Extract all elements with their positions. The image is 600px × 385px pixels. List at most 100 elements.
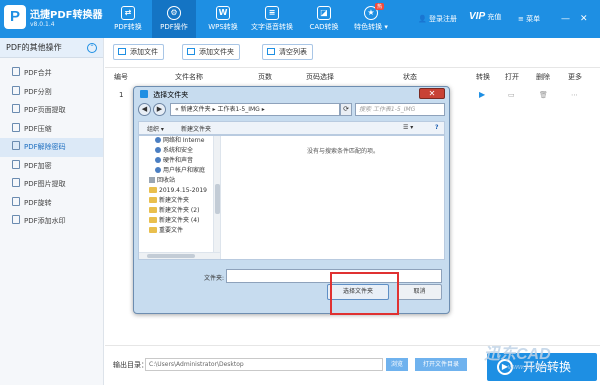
tab-special-convert[interactable]: ★ 热 特色转换 ▾ [348, 0, 394, 38]
audio-icon: ≡ [265, 6, 279, 20]
user-icon: 👤 [418, 15, 427, 23]
forward-button[interactable]: ▶ [153, 103, 166, 116]
tab-label: WPS转换 [208, 23, 238, 31]
sidebar-item-label: PDF分割 [24, 87, 52, 96]
pdf-operate-icon: ⚙ [167, 6, 181, 20]
sidebar-item-compress[interactable]: PDF压缩 [0, 120, 103, 139]
address-bar[interactable]: « 新建文件夹 ▸ 工作表1-5_IMG ▸ [170, 103, 340, 116]
trash-icon[interactable]: 🗑 [539, 91, 548, 99]
dialog-cancel-button[interactable]: 取消 [397, 284, 442, 300]
dialog-body: 网络和 Interne 系统和安全 硬件和声音 用户帐户和家庭 回收站 2019… [138, 135, 445, 260]
sidebar-item-remove-password[interactable]: PDF解除密码 [0, 138, 103, 157]
new-folder-button[interactable]: 新建文件夹 [181, 124, 211, 133]
dialog-close-button[interactable]: ✕ [419, 88, 445, 99]
tree-item[interactable]: 新建文件夹 (4) [139, 216, 220, 226]
tree-item[interactable]: 网络和 Interne [139, 136, 220, 146]
dialog-search-input[interactable]: 搜索 工作表1-5_IMG [355, 103, 445, 116]
dialog-nav-row: ◀ ▶ « 新建文件夹 ▸ 工作表1-5_IMG ▸ ⟳ 搜索 工作表1-5_I… [138, 101, 445, 118]
tree-item[interactable]: 2019.4.15-2019 [139, 186, 220, 196]
add-folder-label: 添加文件夹 [199, 48, 234, 56]
title-bar: P 迅捷PDF转换器 v8.0.1.4 ⇄ PDF转换 ⚙ PDF操作 W WP… [0, 0, 600, 38]
tree-item-label: 硬件和声音 [163, 157, 194, 164]
tree-item[interactable]: 重要文件 [139, 226, 220, 236]
add-file-button[interactable]: 添加文件 [113, 44, 164, 60]
sidebar-header[interactable]: PDF的其他操作 ⌃ [0, 38, 103, 58]
tab-pdf-convert[interactable]: ⇄ PDF转换 [108, 0, 148, 38]
tree-item-label: 回收站 [157, 177, 176, 184]
help-icon[interactable]: ? [435, 124, 438, 131]
tree-item[interactable]: 用户帐户和家庭 [139, 166, 220, 176]
dialog-title-bar: 选择文件夹 [140, 90, 188, 100]
tree-item[interactable]: 新建文件夹 [139, 196, 220, 206]
sidebar-item-label: PDF合并 [24, 69, 52, 77]
organize-button[interactable]: 组织 ▾ [147, 124, 164, 133]
scroll-thumb[interactable] [215, 184, 220, 214]
folder-icon [149, 227, 157, 233]
more-icon[interactable]: ⋯ [571, 91, 578, 99]
tab-label: 特色转换 [354, 23, 383, 31]
table-header: 编号 文件名称 页数 页码选择 状态 转换 打开 删除 更多 [105, 68, 600, 84]
tree-item[interactable]: 系统和安全 [139, 146, 220, 156]
sidebar-item-merge[interactable]: PDF合并 [0, 64, 103, 83]
vip-recharge-button[interactable]: VIP 充值 [469, 11, 501, 22]
menu-button[interactable]: ≡ 菜单 [518, 14, 540, 24]
sidebar-item-label: PDF解除密码 [24, 143, 66, 151]
login-label: 登录注册 [428, 15, 457, 23]
output-dir-input[interactable]: C:\Users\Administrator\Desktop [145, 358, 383, 371]
tab-wps-convert[interactable]: W WPS转换 [200, 0, 246, 38]
clear-list-label: 清空列表 [279, 48, 307, 56]
play-icon[interactable]: ▶ [479, 90, 485, 99]
highlight-box [330, 272, 399, 315]
tree-vertical-scrollbar[interactable] [213, 136, 220, 259]
folder-open-icon[interactable]: ▭ [508, 91, 515, 99]
rotate-icon [12, 196, 20, 206]
tab-pdf-operate[interactable]: ⚙ PDF操作 [152, 0, 196, 38]
back-button[interactable]: ◀ [138, 103, 151, 116]
tab-audio-convert[interactable]: ≡ 文字语音转换 [248, 0, 296, 38]
cad-icon: ◪ [317, 6, 331, 20]
add-file-icon [118, 48, 126, 55]
sidebar-item-encrypt[interactable]: PDF加密 [0, 157, 103, 176]
minimize-button[interactable]: — [561, 14, 570, 24]
sidebar-item-split[interactable]: PDF分割 [0, 83, 103, 102]
open-folder-button[interactable]: 打开文件目录 [415, 358, 467, 371]
sidebar-item-watermark[interactable]: PDF添加水印 [0, 212, 103, 231]
tab-cad-convert[interactable]: ◪ CAD转换 [303, 0, 345, 38]
login-button[interactable]: 👤 登录注册 [418, 14, 457, 24]
col-pages: 页数 [258, 73, 272, 81]
view-options-icon[interactable]: ☰ ▾ [403, 124, 413, 131]
col-open: 打开 [505, 73, 519, 81]
folder-tree: 网络和 Interne 系统和安全 硬件和声音 用户帐户和家庭 回收站 2019… [139, 136, 221, 259]
tab-label: PDF操作 [160, 23, 188, 31]
lock-icon [12, 159, 20, 169]
col-convert: 转换 [476, 73, 490, 81]
tree-item-label: 用户帐户和家庭 [163, 167, 206, 174]
sidebar-item-label: PDF压缩 [24, 124, 52, 133]
network-icon [155, 137, 161, 143]
select-folder-dialog: 选择文件夹 ✕ ◀ ▶ « 新建文件夹 ▸ 工作表1-5_IMG ▸ ⟳ 搜索 … [133, 86, 450, 314]
add-file-label: 添加文件 [130, 48, 158, 56]
tree-item[interactable]: 回收站 [139, 176, 220, 186]
tree-horizontal-scrollbar[interactable] [139, 252, 220, 259]
scroll-thumb[interactable] [147, 254, 195, 258]
sidebar-item-rotate[interactable]: PDF旋转 [0, 194, 103, 213]
clear-list-button[interactable]: 清空列表 [262, 44, 313, 60]
path-segment[interactable]: 工作表1-5_IMG [217, 106, 259, 113]
watermark-url: www.xdcad.net [508, 364, 556, 371]
sidebar-item-extract-pages[interactable]: PDF页面提取 [0, 101, 103, 120]
browse-button[interactable]: 浏览 [386, 358, 408, 371]
add-folder-button[interactable]: 添加文件夹 [182, 44, 240, 60]
close-button[interactable]: ✕ [580, 14, 588, 24]
tree-item-label: 系统和安全 [163, 147, 194, 154]
menu-label: 菜单 [526, 15, 541, 23]
refresh-button[interactable]: ⟳ [340, 103, 352, 116]
sidebar-item-label: PDF图片提取 [24, 180, 66, 188]
path-segment[interactable]: 新建文件夹 [181, 106, 211, 113]
tree-item[interactable]: 硬件和声音 [139, 156, 220, 166]
clear-icon [267, 48, 275, 55]
sidebar-item-extract-images[interactable]: PDF图片提取 [0, 175, 103, 194]
toolbar: 添加文件 添加文件夹 清空列表 [105, 38, 600, 68]
convert-icon: ⇄ [121, 6, 135, 20]
recycle-bin-icon [149, 177, 155, 183]
tree-item[interactable]: 新建文件夹 (2) [139, 206, 220, 216]
